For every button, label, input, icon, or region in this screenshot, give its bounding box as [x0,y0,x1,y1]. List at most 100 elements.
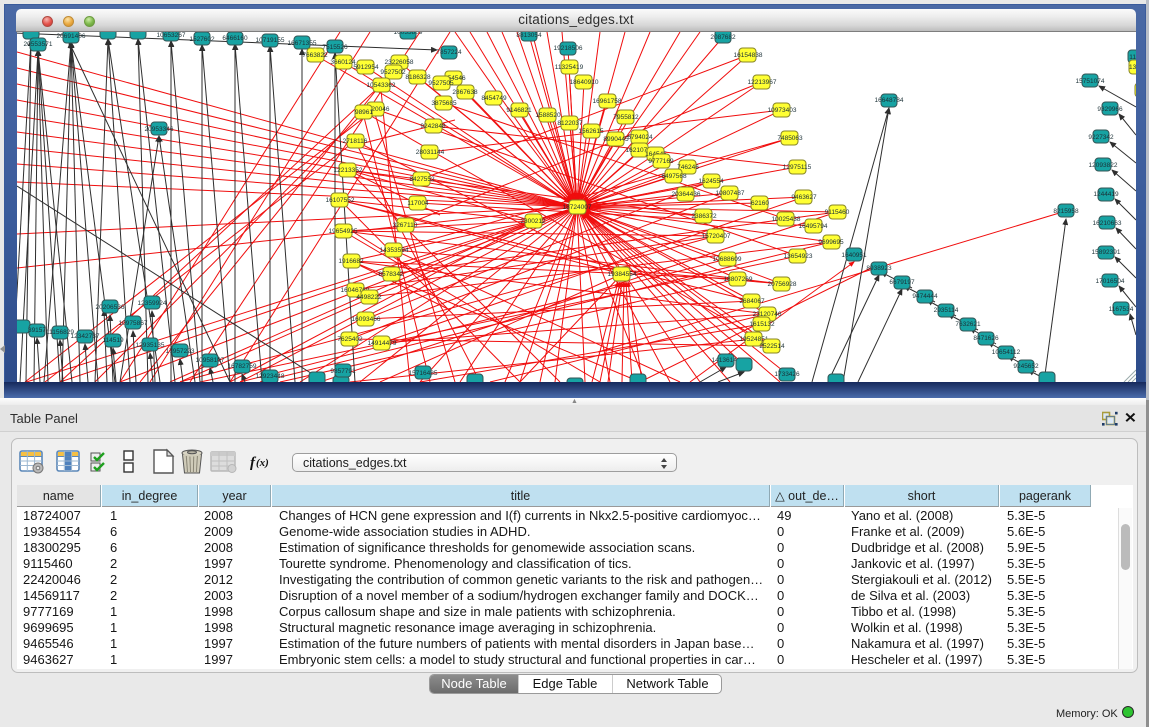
svg-text:7857224: 7857224 [436,49,462,56]
svg-text:12342737: 12342737 [71,333,100,340]
svg-text:19654925: 19654925 [329,228,358,235]
svg-text:10719155: 10719155 [256,37,285,44]
svg-text:2935114: 2935114 [934,307,959,314]
svg-text:28031144: 28031144 [416,149,445,156]
svg-text:8122037: 8122037 [557,120,583,127]
svg-text:16961758: 16961758 [593,98,622,105]
svg-text:9245652: 9245652 [1013,363,1039,370]
svg-text:117004: 117004 [407,200,429,207]
svg-text:98961: 98961 [355,109,373,116]
svg-text:20364436: 20364436 [672,191,701,198]
svg-text:16093466: 16093466 [352,316,381,323]
svg-text:6679197: 6679197 [889,279,915,286]
svg-text:12093822: 12093822 [1089,162,1118,169]
svg-text:2300212: 2300212 [520,218,546,225]
svg-text:13654923: 13654923 [784,253,813,260]
svg-text:6794024: 6794024 [627,134,653,141]
svg-text:10958107: 10958107 [196,357,225,364]
svg-text:12935135: 12935135 [136,342,165,349]
svg-text:10807487: 10807487 [716,190,745,197]
svg-text:8186328: 8186328 [405,74,431,81]
svg-text:9329966: 9329966 [1097,106,1123,113]
svg-text:8578342: 8578342 [378,271,404,278]
svg-text:1167534: 1167534 [1109,306,1134,313]
svg-text:12359924: 12359924 [138,300,167,307]
svg-text:1615132: 1615132 [749,321,775,328]
svg-text:18807269: 18807269 [724,276,753,283]
svg-text:19384554: 19384554 [608,271,637,278]
svg-text:8427552: 8427552 [409,176,435,183]
svg-text:16671355: 16671355 [288,40,317,47]
svg-text:3660124: 3660124 [330,59,356,66]
svg-text:16782759: 16782759 [228,363,257,370]
svg-text:8813054: 8813054 [516,32,542,39]
svg-text:7632621: 7632621 [955,321,981,328]
svg-text:9527502: 9527502 [380,69,406,76]
svg-text:8990445: 8990445 [603,136,629,143]
svg-text:7955812: 7955812 [613,114,639,121]
svg-text:20553571: 20553571 [24,41,53,48]
svg-text:15716485: 15716485 [409,370,438,377]
svg-text:16210663: 16210663 [1093,220,1122,227]
svg-text:5912954: 5912954 [353,64,379,71]
svg-text:12213352: 12213352 [334,167,363,174]
svg-text:39157: 39157 [28,327,46,334]
svg-text:17016504: 17016504 [1096,278,1125,285]
svg-text:19218506: 19218506 [554,45,583,52]
svg-text:8938923: 8938923 [866,265,892,272]
svg-text:9146821: 9146821 [506,107,532,114]
svg-text:2087682: 2087682 [710,34,736,41]
svg-text:16107552: 16107552 [326,197,355,204]
svg-text:1527602: 1527602 [189,36,215,43]
svg-text:2522514: 2522514 [759,343,785,350]
svg-text:12923448: 12923448 [256,373,285,380]
svg-text:1588520: 1588520 [535,112,561,119]
svg-text:9463627: 9463627 [791,194,817,201]
svg-text:20691406: 20691406 [57,33,86,40]
svg-text:20953346: 20953346 [145,126,174,133]
svg-text:17957223: 17957223 [166,348,195,355]
svg-text:10973403: 10973403 [768,107,797,114]
svg-text:10543362: 10543362 [367,82,396,89]
svg-text:10654112: 10654112 [992,349,1021,356]
svg-text:1640951: 1640951 [841,252,867,259]
svg-text:16495794: 16495794 [799,223,828,230]
svg-text:20756928: 20756928 [768,281,797,288]
svg-text:2386372: 2386372 [691,213,717,220]
svg-text:15720407: 15720407 [702,233,731,240]
svg-text:12213967: 12213967 [748,79,777,86]
svg-text:8471626: 8471626 [973,335,999,342]
svg-text:8454749: 8454749 [481,95,507,102]
svg-text:1733426: 1733426 [774,371,800,378]
svg-text:7663822: 7663822 [302,52,328,59]
svg-text:14914479: 14914479 [368,340,397,347]
svg-text:1244419: 1244419 [1093,191,1119,198]
svg-text:9474444: 9474444 [912,293,938,300]
svg-text:10688609: 10688609 [713,256,742,263]
svg-text:12975115: 12975115 [783,164,812,171]
svg-text:14353594: 14353594 [380,247,409,254]
svg-text:1916682: 1916682 [338,258,364,265]
svg-text:15892391: 15892391 [1092,249,1121,256]
svg-text:7485063: 7485063 [777,135,803,142]
svg-text:9527505: 9527505 [428,80,454,87]
svg-text:10975867: 10975867 [119,320,148,327]
svg-text:2867638: 2867638 [452,89,478,96]
svg-text:(x): (x) [256,457,269,469]
svg-text:2684067: 2684067 [739,298,765,305]
svg-text:20206536: 20206536 [96,304,125,311]
svg-text:7515526: 7515526 [322,44,348,51]
svg-text:10025438: 10025438 [772,216,801,223]
svg-text:16033809: 16033809 [394,32,423,36]
svg-text:18724007: 18724007 [563,204,592,211]
svg-text:1624554: 1624554 [698,178,724,185]
svg-text:9115460: 9115460 [825,209,850,216]
svg-text:1562615: 1562615 [578,128,604,135]
svg-text:6466160: 6466160 [222,35,248,42]
svg-text:11325419: 11325419 [555,64,584,71]
svg-text:9242848: 9242848 [420,123,446,130]
svg-text:16154838: 16154838 [734,52,763,59]
svg-text:6497568: 6497568 [661,173,687,180]
svg-text:7625402: 7625402 [337,336,363,343]
svg-text:9857791: 9857791 [330,368,356,375]
